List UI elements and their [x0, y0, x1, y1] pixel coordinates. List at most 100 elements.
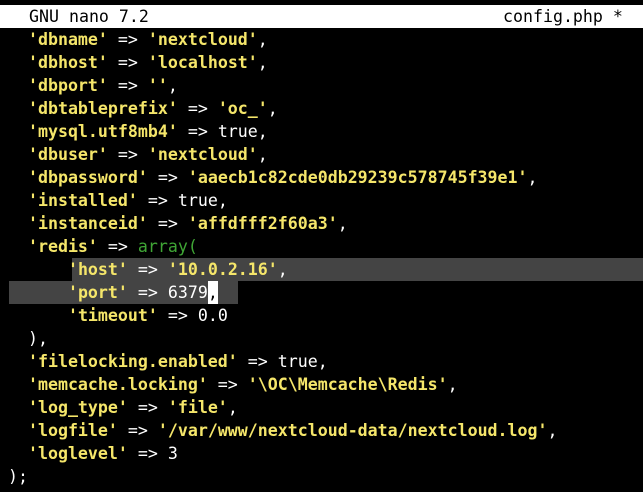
modified-marker: *: [612, 7, 623, 26]
code-line[interactable]: 'host' => '10.0.2.16',: [8, 258, 288, 281]
config-value: true: [277, 352, 318, 371]
code-line[interactable]: 'dbhost' => 'localhost',: [8, 51, 268, 74]
config-value: '10.0.2.16': [167, 260, 278, 279]
text-cursor: ,: [207, 281, 218, 304]
config-value: 'oc_': [217, 99, 268, 118]
config-value: 3: [167, 444, 178, 463]
config-key: 'memcache.locking': [27, 375, 208, 394]
config-key: 'installed': [27, 191, 138, 210]
code-line[interactable]: 'memcache.locking' => '\OC\Memcache\Redi…: [8, 373, 458, 396]
config-value: 0.0: [197, 306, 228, 325]
arrow-operator: =>: [127, 260, 168, 279]
config-value: '': [147, 76, 168, 95]
config-key: 'loglevel': [27, 444, 128, 463]
code-punctuation: ,: [257, 53, 268, 72]
code-line[interactable]: 'loglevel' => 3: [8, 442, 178, 465]
code-line[interactable]: );: [8, 465, 28, 488]
code-punctuation: ),: [27, 329, 48, 348]
config-value: 'localhost': [147, 53, 258, 72]
config-value: '/var/www/nextcloud-data/nextcloud.log': [157, 421, 548, 440]
code-line[interactable]: 'dbtableprefix' => 'oc_',: [8, 97, 278, 120]
config-value: true: [217, 122, 258, 141]
arrow-operator: =>: [177, 99, 218, 118]
code-line[interactable]: 'dbpassword' => 'aaecb1c82cde0db29239c57…: [8, 166, 538, 189]
config-value: '\OC\Memcache\Redis': [247, 375, 448, 394]
code-punctuation: ,: [257, 30, 268, 49]
code-punctuation: ,: [217, 191, 228, 210]
code-line[interactable]: ),: [8, 327, 48, 350]
code-line[interactable]: 'timeout' => 0.0: [8, 304, 228, 327]
config-value: 'nextcloud': [147, 145, 258, 164]
code-line[interactable]: 'port' => 6379,: [8, 281, 218, 304]
code-punctuation: );: [8, 467, 28, 486]
app-title: GNU nano 7.2: [29, 7, 149, 26]
arrow-operator: =>: [137, 191, 178, 210]
config-value: 'file': [167, 398, 228, 417]
code-punctuation: ,: [267, 99, 278, 118]
config-value: 'aaecb1c82cde0db29239c578745f39e1': [187, 168, 528, 187]
arrow-operator: =>: [147, 214, 188, 233]
code-punctuation: ,: [257, 145, 268, 164]
arrow-operator: =>: [147, 168, 188, 187]
config-key: 'dbpassword': [27, 168, 148, 187]
config-value: array(: [137, 237, 198, 256]
code-punctuation: ,: [547, 421, 558, 440]
code-line[interactable]: 'dbname' => 'nextcloud',: [8, 28, 268, 51]
config-key: 'dbhost': [27, 53, 108, 72]
arrow-operator: =>: [127, 398, 168, 417]
arrow-operator: =>: [107, 145, 148, 164]
arrow-operator: =>: [107, 76, 148, 95]
code-line[interactable]: 'dbuser' => 'nextcloud',: [8, 143, 268, 166]
file-title: config.php *: [503, 6, 623, 27]
config-value: 'nextcloud': [147, 30, 258, 49]
arrow-operator: =>: [107, 53, 148, 72]
arrow-operator: =>: [207, 375, 248, 394]
arrow-operator: =>: [97, 237, 138, 256]
code-punctuation: ,: [167, 76, 178, 95]
code-line[interactable]: 'logfile' => '/var/www/nextcloud-data/ne…: [8, 419, 558, 442]
config-key: 'redis': [27, 237, 98, 256]
code-punctuation: ,: [277, 260, 288, 279]
title-bar: GNU nano 7.2 config.php *: [0, 5, 643, 28]
editor-area[interactable]: 'dbname' => 'nextcloud', 'dbhost' => 'lo…: [0, 28, 643, 492]
code-punctuation: ,: [317, 352, 328, 371]
code-punctuation: ,: [257, 122, 268, 141]
code-line[interactable]: 'filelocking.enabled' => true,: [8, 350, 328, 373]
code-punctuation: ,: [447, 375, 458, 394]
code-line[interactable]: 'log_type' => 'file',: [8, 396, 238, 419]
config-key: 'port': [67, 283, 128, 302]
config-key: 'dbuser': [27, 145, 108, 164]
config-key: 'log_type': [27, 398, 128, 417]
code-line[interactable]: 'mysql.utf8mb4' => true,: [8, 120, 268, 143]
config-key: 'filelocking.enabled': [27, 352, 238, 371]
arrow-operator: =>: [127, 444, 168, 463]
code-line[interactable]: 'redis' => array(: [8, 235, 198, 258]
config-key: 'host': [67, 260, 128, 279]
config-key: 'logfile': [27, 421, 118, 440]
code-line[interactable]: 'dbport' => '',: [8, 74, 178, 97]
code-punctuation: ,: [337, 214, 348, 233]
arrow-operator: =>: [157, 306, 198, 325]
code-line[interactable]: 'instanceid' => 'affdfff2f60a3',: [8, 212, 348, 235]
config-value: true: [177, 191, 218, 210]
code-line[interactable]: 'installed' => true,: [8, 189, 228, 212]
file-name: config.php: [503, 7, 603, 26]
arrow-operator: =>: [177, 122, 218, 141]
arrow-operator: =>: [117, 421, 158, 440]
